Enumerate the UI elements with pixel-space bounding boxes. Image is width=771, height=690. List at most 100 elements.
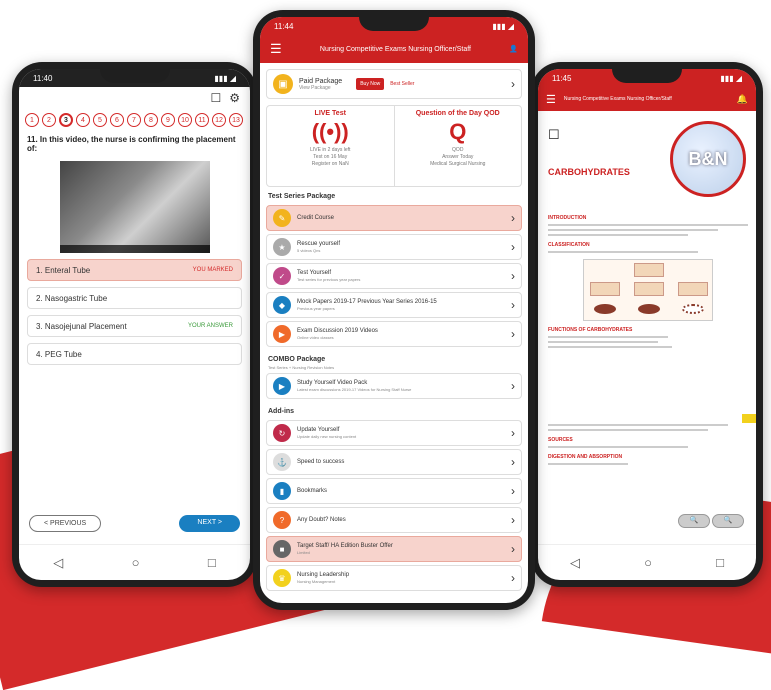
app-bar: ☰ Nursing Competitive Exams Nursing Offi… xyxy=(260,35,528,63)
question-number[interactable]: 12 xyxy=(212,113,226,127)
recents-icon[interactable]: □ xyxy=(716,555,724,570)
previous-button[interactable]: < PREVIOUS xyxy=(29,515,102,532)
question-number[interactable]: 1 xyxy=(25,113,39,127)
camera-notch xyxy=(99,69,170,83)
text-line xyxy=(548,424,728,426)
package-row[interactable]: ♛ Nursing Leadership Nursing Management › xyxy=(266,565,522,591)
package-title: Target Staff/ HA Edition Buster Offer xyxy=(297,543,393,549)
package-row[interactable]: ■ Target Staff/ HA Edition Buster Offer Li… xyxy=(266,536,522,562)
profile-icon[interactable]: 👤 xyxy=(509,45,518,53)
answer-status-tag: YOUR ANSWER xyxy=(187,323,233,329)
status-time: 11:44 xyxy=(274,21,294,31)
question-number[interactable]: 5 xyxy=(93,113,107,127)
package-subtitle: Online video classes xyxy=(297,335,334,340)
paid-package-title: Paid Package xyxy=(299,77,343,85)
android-nav-bar: ◁ ○ □ xyxy=(538,544,756,580)
qotd-card[interactable]: Question of the Day QOD Q QOD Answer Tod… xyxy=(395,106,522,186)
answer-option-label: 2. Nasogastric Tube xyxy=(36,293,108,303)
package-title: Mock Papers 2019-17 Previous Year Series… xyxy=(297,299,437,305)
zoom-in-button[interactable]: 🔍 xyxy=(712,514,744,528)
back-icon[interactable]: ◁ xyxy=(570,555,580,571)
package-row[interactable]: ▮ Bookmarks › xyxy=(266,478,522,504)
bookmark-icon[interactable]: ☐ xyxy=(210,91,221,105)
settings-icon[interactable]: ⚙ xyxy=(229,91,240,105)
test-series-list: ✎ Credit Course › ★ Rescue yourself 5 videos … xyxy=(260,205,528,347)
diagram-box xyxy=(590,282,620,296)
question-number[interactable]: 4 xyxy=(76,113,90,127)
package-row[interactable]: ▶ Exam Discussion 2019 Videos Online video… xyxy=(266,321,522,347)
question-number[interactable]: 6 xyxy=(110,113,124,127)
package-row[interactable]: ★ Rescue yourself 5 videos Qns › xyxy=(266,234,522,260)
answer-options: 1. Enteral Tube YOU MARKED 2. Nasogastric … xyxy=(19,259,250,365)
notification-icon[interactable]: 🔔 xyxy=(737,94,748,105)
section-heading: SOURCES xyxy=(548,437,573,443)
package-row[interactable]: ↻ Update Yourself Update daily new nursing… xyxy=(266,420,522,446)
package-text: Rescue yourself 5 videos Qns xyxy=(297,241,340,253)
chevron-right-icon: › xyxy=(511,426,515,440)
phone-home: 11:44 ▮▮▮ ◢ ☰ Nursing Competitive Exams … xyxy=(253,10,535,610)
camera-notch xyxy=(612,69,682,83)
bookmark-icon[interactable]: ☐ xyxy=(548,127,560,143)
quiz-screen: 11:40 ▮▮▮ ◢ ☐ ⚙ 1 2 3 4 5 6 7 8 9 10 11 12 13 11. In… xyxy=(19,69,250,580)
package-subtitle: Nursing Management xyxy=(297,579,336,584)
question-number[interactable]: 13 xyxy=(229,113,243,127)
recents-icon[interactable]: □ xyxy=(208,555,216,570)
question-number[interactable]: 8 xyxy=(144,113,158,127)
package-text: Any Doubt? Notes xyxy=(297,517,346,524)
test-series-heading: Test Series Package xyxy=(268,193,336,200)
home-icon[interactable]: ○ xyxy=(644,555,652,570)
answer-option-label: 3. Nasojejunal Placement xyxy=(36,321,127,331)
package-row[interactable]: ✎ Credit Course › xyxy=(266,205,522,231)
package-row[interactable]: ▶ Study Yourself Video Pack Latest exam di… xyxy=(266,373,522,399)
question-number[interactable]: 7 xyxy=(127,113,141,127)
addons-list: ↻ Update Yourself Update daily new nursing… xyxy=(260,420,528,591)
chevron-right-icon: › xyxy=(511,77,515,91)
package-text: Bookmarks xyxy=(297,488,327,495)
question-number[interactable]: 2 xyxy=(42,113,56,127)
section-heading: CLASSIFICATION xyxy=(548,242,590,248)
question-text: 11. In this video, the nurse is confirmi… xyxy=(27,135,236,153)
back-icon[interactable]: ◁ xyxy=(53,555,63,571)
package-text: Speed to success xyxy=(297,459,344,466)
next-button[interactable]: NEXT > xyxy=(179,515,240,532)
section-heading: INTRODUCTION xyxy=(548,215,587,221)
zoom-out-button[interactable]: 🔍 xyxy=(678,514,710,528)
qotd-line2: Answer Today xyxy=(442,154,474,160)
answer-status-tag: YOU MARKED xyxy=(192,267,233,273)
buy-now-button[interactable]: Buy Now xyxy=(356,78,385,90)
package-subtitle: Latest exam discussions 2019-17 Videos f… xyxy=(297,387,412,392)
question-number[interactable]: 10 xyxy=(178,113,192,127)
app-title: Nursing Competitive Exams Nursing Office… xyxy=(563,96,672,102)
package-row[interactable]: ⚓ Speed to success › xyxy=(266,449,522,475)
answer-option[interactable]: 3. Nasojejunal Placement YOUR ANSWER xyxy=(27,315,242,337)
video-controls[interactable] xyxy=(59,245,210,253)
menu-icon[interactable]: ☰ xyxy=(270,41,282,57)
package-icon: ▶ xyxy=(273,377,291,395)
answer-option[interactable]: 4. PEG Tube xyxy=(27,343,242,365)
android-nav-bar: ◁ ○ □ xyxy=(19,544,250,580)
package-text: Update Yourself Update daily new nursing … xyxy=(297,427,356,439)
paid-package-card[interactable]: ▣ Paid Package View Package Buy Now Best… xyxy=(266,69,522,99)
package-row[interactable]: ? Any Doubt? Notes › xyxy=(266,507,522,533)
package-row[interactable]: ◆ Mock Papers 2019-17 Previous Year Serie… xyxy=(266,292,522,318)
package-row[interactable]: ✓ Test Yourself Test series for previous y… xyxy=(266,263,522,289)
package-icon: ✓ xyxy=(273,267,291,285)
menu-icon[interactable]: ☰ xyxy=(546,93,556,106)
live-test-line2: Test on 16 May xyxy=(313,154,348,160)
chevron-right-icon: › xyxy=(511,327,515,341)
question-number[interactable]: 3 xyxy=(59,113,73,127)
package-title: Rescue yourself xyxy=(297,241,341,247)
question-number[interactable]: 11 xyxy=(195,113,209,127)
notes-screen: 11:45 ▮▮▮ ◢ ☰ Nursing Competitive Exams … xyxy=(538,69,756,580)
zoom-controls: 🔍 🔍 xyxy=(678,514,744,528)
answer-option[interactable]: 1. Enteral Tube YOU MARKED xyxy=(27,259,242,281)
question-number[interactable]: 9 xyxy=(161,113,175,127)
answer-option[interactable]: 2. Nasogastric Tube xyxy=(27,287,242,309)
package-title: Update Yourself xyxy=(297,427,340,433)
home-icon[interactable]: ○ xyxy=(132,555,140,570)
app-bar: ☰ Nursing Competitive Exams Nursing Offi… xyxy=(538,87,756,111)
camera-notch xyxy=(359,17,429,31)
live-test-card[interactable]: LIVE Test ((•)) LIVE in 2 days left Test… xyxy=(267,106,395,186)
quiz-toolbar: ☐ ⚙ xyxy=(19,87,250,109)
question-video[interactable] xyxy=(59,161,210,253)
